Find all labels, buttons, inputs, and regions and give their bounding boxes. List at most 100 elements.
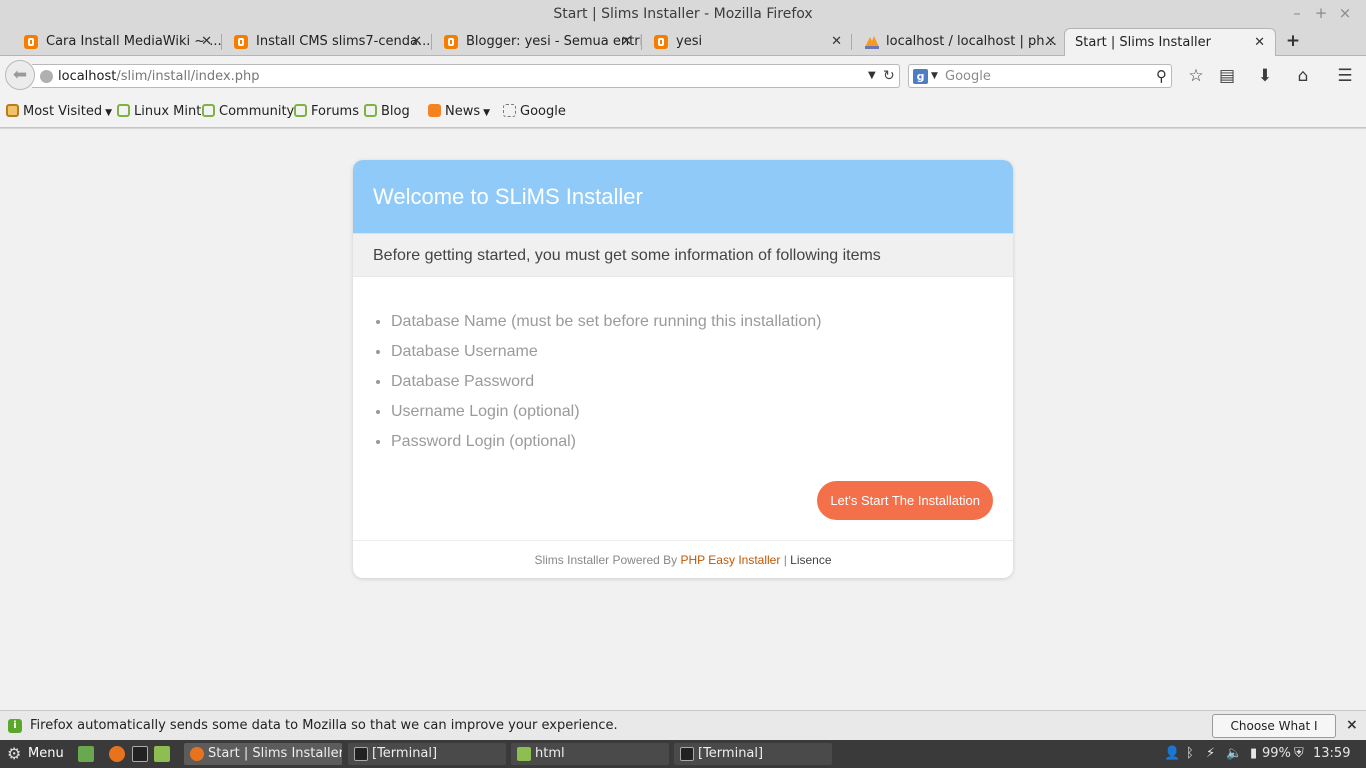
task-html-folder[interactable]: html (511, 743, 669, 765)
tab-cara-install-mediawiki[interactable]: Cara Install MediaWiki ~ ... ✕ (0, 28, 222, 56)
bookmark-linux-mint[interactable]: Linux Mint (117, 96, 201, 128)
new-tab-plus-icon[interactable]: + (1284, 32, 1302, 50)
task-firefox[interactable]: Start | Slims Installer... (184, 743, 342, 765)
user-icon[interactable]: 👤 (1164, 740, 1180, 768)
hamburger-menu-icon[interactable]: ☰ (1333, 64, 1357, 88)
tab-label: Cara Install MediaWiki ~ ... (46, 34, 222, 49)
task-terminal-1[interactable]: [Terminal] (348, 743, 506, 765)
files-launcher-icon[interactable] (154, 746, 170, 762)
bookmark-community[interactable]: Community (202, 96, 294, 128)
list-item: Username Login (optional) (391, 401, 1013, 431)
task-label: Start | Slims Installer... (208, 746, 342, 761)
url-host: localhost (58, 69, 117, 84)
info-icon: i (8, 719, 22, 733)
terminal-launcher-icon[interactable] (132, 746, 148, 762)
tab-label: Start | Slims Installer (1075, 35, 1211, 50)
close-window-button[interactable]: × (1333, 0, 1357, 28)
bookmarks-toolbar: Most Visited ▼ Linux Mint Community Forum… (0, 96, 1366, 128)
mint-icon (202, 104, 215, 117)
search-bar[interactable]: g ▼ ⚲ (908, 64, 1172, 88)
list-item: Database Username (391, 341, 1013, 371)
firefox-icon (190, 747, 204, 761)
start-installation-button[interactable]: Let's Start The Installation (817, 481, 993, 520)
mint-icon (364, 104, 377, 117)
tab-label: yesi (676, 34, 703, 49)
tab-label: localhost / localhost | ph... (886, 34, 1057, 49)
close-notification-icon[interactable]: × (1346, 711, 1358, 740)
bookmark-label: Community (219, 104, 295, 119)
bookmarks-menu-icon[interactable]: ▤ (1215, 64, 1239, 88)
installer-title: Welcome to SLiMS Installer (353, 160, 1013, 233)
tab-slims-installer[interactable]: Start | Slims Installer ✕ (1064, 28, 1276, 56)
task-label: html (535, 746, 565, 761)
maximize-button[interactable]: + (1309, 0, 1333, 28)
battery-icon[interactable]: ▮ (1250, 740, 1257, 768)
volume-icon[interactable]: 🔈 (1226, 740, 1242, 768)
minimize-button[interactable]: – (1285, 0, 1309, 28)
bookmark-google[interactable]: Google (503, 96, 566, 128)
reload-icon[interactable]: ↻ (883, 65, 895, 87)
bookmark-news[interactable]: News ▼ (428, 96, 490, 128)
list-item: Password Login (optional) (391, 431, 1013, 461)
menu-label: Menu (28, 746, 64, 761)
tab-label: Blogger: yesi - Semua entri (466, 34, 642, 49)
installer-subtitle: Before getting started, you must get som… (353, 233, 1013, 277)
page-icon (503, 104, 516, 117)
task-label: [Terminal] (698, 746, 764, 761)
page-content: Welcome to SLiMS Installer Before gettin… (0, 129, 1366, 710)
url-bar[interactable]: localhost/slim/install/index.php ▼ ↻ (32, 64, 900, 88)
choose-what-i-share-button[interactable]: Choose What I Share (1212, 714, 1336, 755)
search-engine-dropdown-icon[interactable]: ▼ (931, 65, 938, 87)
task-label: [Terminal] (372, 746, 438, 761)
blogger-icon (654, 35, 668, 49)
folder-icon (6, 104, 19, 117)
tab-bar: Cara Install MediaWiki ~ ... ✕ Install C… (0, 28, 1366, 56)
bookmark-label: News (445, 104, 481, 119)
bookmark-forums[interactable]: Forums (294, 96, 359, 128)
tab-yesi[interactable]: yesi ✕ (630, 28, 852, 56)
installer-card: Welcome to SLiMS Installer Before gettin… (353, 160, 1013, 578)
blogger-icon (24, 35, 38, 49)
rss-icon (428, 104, 441, 117)
terminal-icon (354, 747, 368, 761)
shield-icon[interactable]: ⛨ (1294, 740, 1304, 768)
footer-separator: | (783, 553, 787, 567)
notification-message: Firefox automatically sends some data to… (30, 718, 618, 733)
mint-icon (294, 104, 307, 117)
search-magnifier-icon[interactable]: ⚲ (1156, 65, 1167, 87)
bluetooth-icon[interactable]: ᛒ (1186, 740, 1194, 768)
bookmark-blog[interactable]: Blog (364, 96, 410, 128)
tab-blogger-yesi[interactable]: Blogger: yesi - Semua entri ✕ (420, 28, 642, 56)
globe-icon (40, 70, 53, 83)
search-input[interactable] (945, 67, 1145, 85)
gear-icon: ⚙ (7, 744, 22, 763)
mint-icon (117, 104, 130, 117)
bookmark-most-visited[interactable]: Most Visited ▼ (6, 96, 112, 128)
window-titlebar: Start | Slims Installer - Mozilla Firefo… (0, 0, 1366, 28)
list-item: Database Password (391, 371, 1013, 401)
tab-close-icon[interactable]: ✕ (1254, 29, 1265, 56)
chevron-down-icon: ▼ (105, 108, 113, 118)
bookmark-star-icon[interactable]: ☆ (1184, 64, 1208, 88)
home-icon[interactable]: ⌂ (1291, 64, 1315, 88)
network-icon[interactable]: ⚡ (1206, 740, 1215, 768)
back-button[interactable]: ⬅ (5, 60, 35, 90)
downloads-icon[interactable]: ⬇ (1253, 64, 1277, 88)
show-desktop-icon[interactable] (78, 746, 94, 762)
terminal-icon (680, 747, 694, 761)
tab-close-icon[interactable]: ✕ (1045, 28, 1056, 55)
php-easy-installer-link[interactable]: PHP Easy Installer (681, 553, 781, 567)
start-menu-button[interactable]: ⚙ Menu (4, 740, 64, 768)
google-search-engine-icon[interactable]: g (913, 69, 928, 84)
taskbar: ⚙ Menu Start | Slims Installer... [Termi… (0, 740, 1366, 768)
requirements-list: Database Name (must be set before runnin… (353, 277, 1013, 461)
firefox-launcher-icon[interactable] (109, 746, 125, 762)
licence-link[interactable]: Lisence (790, 553, 831, 567)
blogger-icon (444, 35, 458, 49)
task-terminal-2[interactable]: [Terminal] (674, 743, 832, 765)
tab-install-cms-slims[interactable]: Install CMS slims7-cenda... ✕ (210, 28, 432, 56)
clock[interactable]: 13:59 (1313, 740, 1350, 768)
battery-level: 99% (1262, 746, 1291, 761)
url-history-dropdown-icon[interactable]: ▼ (868, 65, 876, 87)
bookmark-label: Forums (311, 104, 359, 119)
